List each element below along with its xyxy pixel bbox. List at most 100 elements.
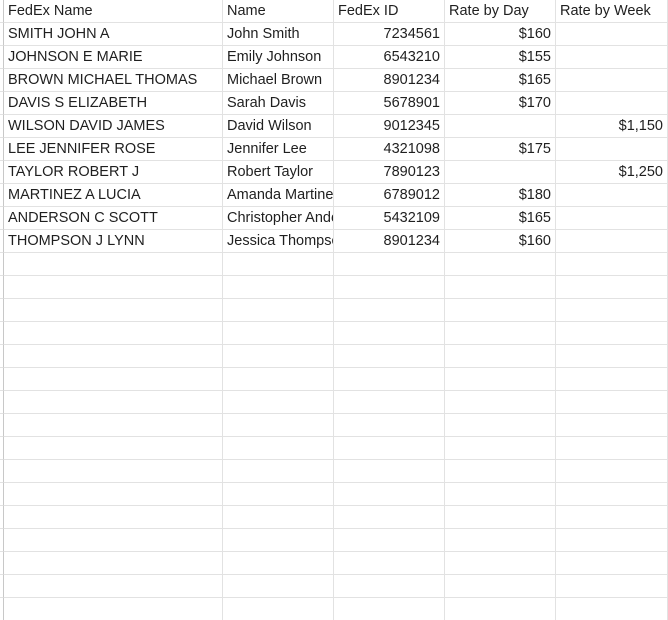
empty-cell[interactable] xyxy=(4,299,223,322)
cell-fedex-id[interactable]: 5678901 xyxy=(334,92,445,115)
cell-rate-by-week[interactable]: $1,150 xyxy=(556,115,668,138)
empty-cell[interactable] xyxy=(4,368,223,391)
empty-cell[interactable] xyxy=(4,276,223,299)
cell-rate-by-day[interactable]: $175 xyxy=(445,138,556,161)
empty-cell[interactable] xyxy=(4,345,223,368)
cell-fedex-name[interactable]: LEE JENNIFER ROSE xyxy=(4,138,223,161)
empty-cell[interactable] xyxy=(556,575,668,598)
empty-cell[interactable] xyxy=(556,253,668,276)
cell-rate-by-day[interactable]: $160 xyxy=(445,23,556,46)
empty-cell[interactable] xyxy=(445,506,556,529)
empty-cell[interactable] xyxy=(556,506,668,529)
empty-cell[interactable] xyxy=(223,322,334,345)
empty-cell[interactable] xyxy=(334,299,445,322)
empty-cell[interactable] xyxy=(4,391,223,414)
empty-cell[interactable] xyxy=(223,391,334,414)
empty-cell[interactable] xyxy=(556,391,668,414)
cell-fedex-name[interactable]: MARTINEZ A LUCIA xyxy=(4,184,223,207)
cell-name[interactable]: Jessica Thompson xyxy=(223,230,334,253)
empty-cell[interactable] xyxy=(445,575,556,598)
cell-rate-by-day[interactable]: $165 xyxy=(445,207,556,230)
empty-cell[interactable] xyxy=(223,414,334,437)
cell-rate-by-week[interactable]: $1,250 xyxy=(556,161,668,184)
empty-cell[interactable] xyxy=(445,299,556,322)
cell-rate-by-day[interactable]: $160 xyxy=(445,230,556,253)
empty-cell[interactable] xyxy=(223,506,334,529)
cell-fedex-id[interactable]: 5432109 xyxy=(334,207,445,230)
empty-cell[interactable] xyxy=(223,575,334,598)
empty-cell[interactable] xyxy=(334,414,445,437)
empty-cell[interactable] xyxy=(445,529,556,552)
empty-cell[interactable] xyxy=(556,276,668,299)
cell-rate-by-day[interactable]: $155 xyxy=(445,46,556,69)
cell-fedex-id[interactable]: 6543210 xyxy=(334,46,445,69)
cell-rate-by-week[interactable] xyxy=(556,230,668,253)
cell-rate-by-week[interactable] xyxy=(556,46,668,69)
empty-cell[interactable] xyxy=(4,552,223,575)
empty-cell[interactable] xyxy=(223,253,334,276)
cell-name[interactable]: David Wilson xyxy=(223,115,334,138)
empty-cell[interactable] xyxy=(556,483,668,506)
cell-rate-by-week[interactable] xyxy=(556,138,668,161)
empty-cell[interactable] xyxy=(556,368,668,391)
empty-cell[interactable] xyxy=(334,575,445,598)
empty-cell[interactable] xyxy=(334,276,445,299)
empty-cell[interactable] xyxy=(445,552,556,575)
empty-cell[interactable] xyxy=(4,322,223,345)
cell-name[interactable]: Robert Taylor xyxy=(223,161,334,184)
empty-cell[interactable] xyxy=(334,391,445,414)
cell-name[interactable]: Amanda Martinez xyxy=(223,184,334,207)
empty-cell[interactable] xyxy=(556,529,668,552)
empty-cell[interactable] xyxy=(445,345,556,368)
cell-fedex-name[interactable]: JOHNSON E MARIE xyxy=(4,46,223,69)
empty-cell[interactable] xyxy=(556,345,668,368)
empty-cell[interactable] xyxy=(334,506,445,529)
empty-cell[interactable] xyxy=(4,529,223,552)
cell-name[interactable]: Michael Brown xyxy=(223,69,334,92)
cell-rate-by-day[interactable]: $165 xyxy=(445,69,556,92)
cell-rate-by-week[interactable] xyxy=(556,184,668,207)
cell-fedex-name[interactable]: BROWN MICHAEL THOMAS xyxy=(4,69,223,92)
cell-rate-by-day[interactable]: $180 xyxy=(445,184,556,207)
empty-cell[interactable] xyxy=(334,529,445,552)
empty-cell[interactable] xyxy=(223,276,334,299)
cell-fedex-id[interactable]: 8901234 xyxy=(334,230,445,253)
header-cell-fedex-id[interactable]: FedEx ID xyxy=(334,0,445,23)
empty-cell[interactable] xyxy=(223,529,334,552)
empty-cell[interactable] xyxy=(223,437,334,460)
empty-cell[interactable] xyxy=(334,552,445,575)
cell-fedex-id[interactable]: 9012345 xyxy=(334,115,445,138)
empty-cell[interactable] xyxy=(334,598,445,620)
empty-cell[interactable] xyxy=(556,460,668,483)
cell-rate-by-week[interactable] xyxy=(556,92,668,115)
cell-name[interactable]: Jennifer Lee xyxy=(223,138,334,161)
cell-fedex-name[interactable]: ANDERSON C SCOTT xyxy=(4,207,223,230)
cell-fedex-name[interactable]: SMITH JOHN A xyxy=(4,23,223,46)
empty-cell[interactable] xyxy=(556,299,668,322)
empty-cell[interactable] xyxy=(556,414,668,437)
empty-cell[interactable] xyxy=(4,414,223,437)
header-cell-rate-by-day[interactable]: Rate by Day xyxy=(445,0,556,23)
empty-cell[interactable] xyxy=(4,598,223,620)
empty-cell[interactable] xyxy=(445,414,556,437)
cell-rate-by-week[interactable] xyxy=(556,69,668,92)
cell-fedex-id[interactable]: 7234561 xyxy=(334,23,445,46)
empty-cell[interactable] xyxy=(445,368,556,391)
empty-cell[interactable] xyxy=(445,437,556,460)
cell-name[interactable]: Sarah Davis xyxy=(223,92,334,115)
cell-fedex-name[interactable]: TAYLOR ROBERT J xyxy=(4,161,223,184)
empty-cell[interactable] xyxy=(223,483,334,506)
cell-name[interactable]: John Smith xyxy=(223,23,334,46)
cell-fedex-id[interactable]: 6789012 xyxy=(334,184,445,207)
empty-cell[interactable] xyxy=(223,552,334,575)
empty-cell[interactable] xyxy=(223,460,334,483)
cell-fedex-id[interactable]: 4321098 xyxy=(334,138,445,161)
empty-cell[interactable] xyxy=(445,483,556,506)
empty-cell[interactable] xyxy=(4,575,223,598)
empty-cell[interactable] xyxy=(4,483,223,506)
empty-cell[interactable] xyxy=(4,506,223,529)
cell-fedex-id[interactable]: 8901234 xyxy=(334,69,445,92)
empty-cell[interactable] xyxy=(445,322,556,345)
cell-fedex-name[interactable]: WILSON DAVID JAMES xyxy=(4,115,223,138)
cell-name[interactable]: Emily Johnson xyxy=(223,46,334,69)
